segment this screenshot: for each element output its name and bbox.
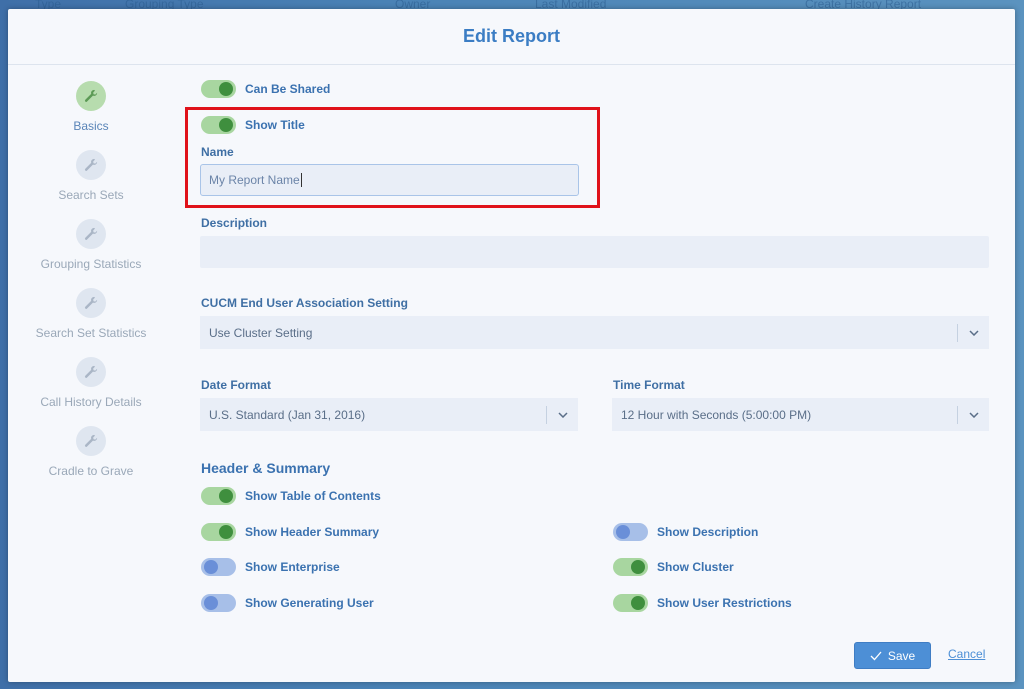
show-cluster-row: Show Cluster — [613, 558, 734, 576]
show-generating-user-row: Show Generating User — [201, 594, 374, 612]
step-label: Call History Details — [40, 395, 142, 409]
show-description-row: Show Description — [613, 523, 758, 541]
step-search-set-statistics[interactable]: Search Set Statistics — [11, 288, 171, 340]
check-icon — [870, 651, 882, 660]
wrench-icon — [76, 357, 106, 387]
wrench-icon — [76, 288, 106, 318]
save-button-label: Save — [887, 648, 916, 663]
toggle-label: Show Header Summary — [245, 525, 380, 539]
show-header-summary-row: Show Header Summary — [201, 523, 379, 541]
can-be-shared-toggle[interactable] — [201, 80, 236, 98]
date-format-value: U.S. Standard (Jan 31, 2016) — [209, 407, 366, 422]
step-call-history-details[interactable]: Call History Details — [11, 357, 171, 409]
time-format-label: Time Format — [613, 378, 685, 392]
cucm-select-value: Use Cluster Setting — [209, 325, 313, 340]
date-format-label: Date Format — [201, 378, 272, 392]
toggle-label: Can Be Shared — [245, 82, 331, 96]
toggle-label: Show Enterprise — [245, 560, 340, 574]
show-header-summary-toggle[interactable] — [201, 523, 236, 541]
show-toc-toggle[interactable] — [201, 487, 236, 505]
chevron-down-icon[interactable] — [958, 411, 989, 418]
cancel-link[interactable]: Cancel — [948, 647, 985, 661]
description-input[interactable] — [200, 236, 989, 268]
time-format-select[interactable]: 12 Hour with Seconds (5:00:00 PM) — [612, 398, 989, 431]
wrench-icon — [76, 219, 106, 249]
step-search-sets[interactable]: Search Sets — [11, 150, 171, 202]
wrench-icon — [76, 81, 106, 111]
toggle-label: Show Cluster — [657, 560, 734, 574]
show-enterprise-row: Show Enterprise — [201, 558, 340, 576]
step-label: Grouping Statistics — [40, 257, 142, 271]
show-generating-user-toggle[interactable] — [201, 594, 236, 612]
wrench-icon — [76, 150, 106, 180]
toggle-label: Show Description — [657, 525, 759, 539]
show-cluster-toggle[interactable] — [613, 558, 648, 576]
show-description-toggle[interactable] — [613, 523, 648, 541]
show-enterprise-toggle[interactable] — [201, 558, 236, 576]
cucm-label: CUCM End User Association Setting — [201, 296, 408, 310]
show-user-restrictions-row: Show User Restrictions — [613, 594, 792, 612]
cucm-select[interactable]: Use Cluster Setting — [200, 316, 989, 349]
time-format-value: 12 Hour with Seconds (5:00:00 PM) — [621, 407, 812, 422]
step-grouping-statistics[interactable]: Grouping Statistics — [11, 219, 171, 271]
step-label: Search Set Statistics — [35, 326, 147, 340]
toggle-label: Show User Restrictions — [657, 596, 792, 610]
date-format-select[interactable]: U.S. Standard (Jan 31, 2016) — [200, 398, 578, 431]
edit-report-modal: Edit Report Basics Search Sets Grouping … — [8, 9, 1015, 682]
wrench-icon — [76, 426, 106, 456]
step-label: Cradle to Grave — [48, 464, 134, 478]
step-label: Search Sets — [58, 188, 124, 202]
step-label: Basics — [73, 119, 109, 133]
highlight-box — [185, 107, 600, 208]
header-summary-title: Header & Summary — [201, 460, 331, 476]
description-label: Description — [201, 216, 268, 230]
save-button[interactable]: Save — [854, 642, 931, 669]
step-basics[interactable]: Basics — [11, 81, 171, 133]
show-user-restrictions-toggle[interactable] — [613, 594, 648, 612]
toggle-label: Show Generating User — [245, 596, 374, 610]
chevron-down-icon[interactable] — [958, 329, 989, 336]
can-be-shared-row: Can Be Shared — [201, 80, 330, 98]
show-toc-row: Show Table of Contents — [201, 487, 381, 505]
toggle-label: Show Table of Contents — [245, 489, 381, 503]
modal-title: Edit Report — [8, 9, 1015, 65]
step-cradle-to-grave[interactable]: Cradle to Grave — [11, 426, 171, 478]
chevron-down-icon[interactable] — [547, 411, 578, 418]
